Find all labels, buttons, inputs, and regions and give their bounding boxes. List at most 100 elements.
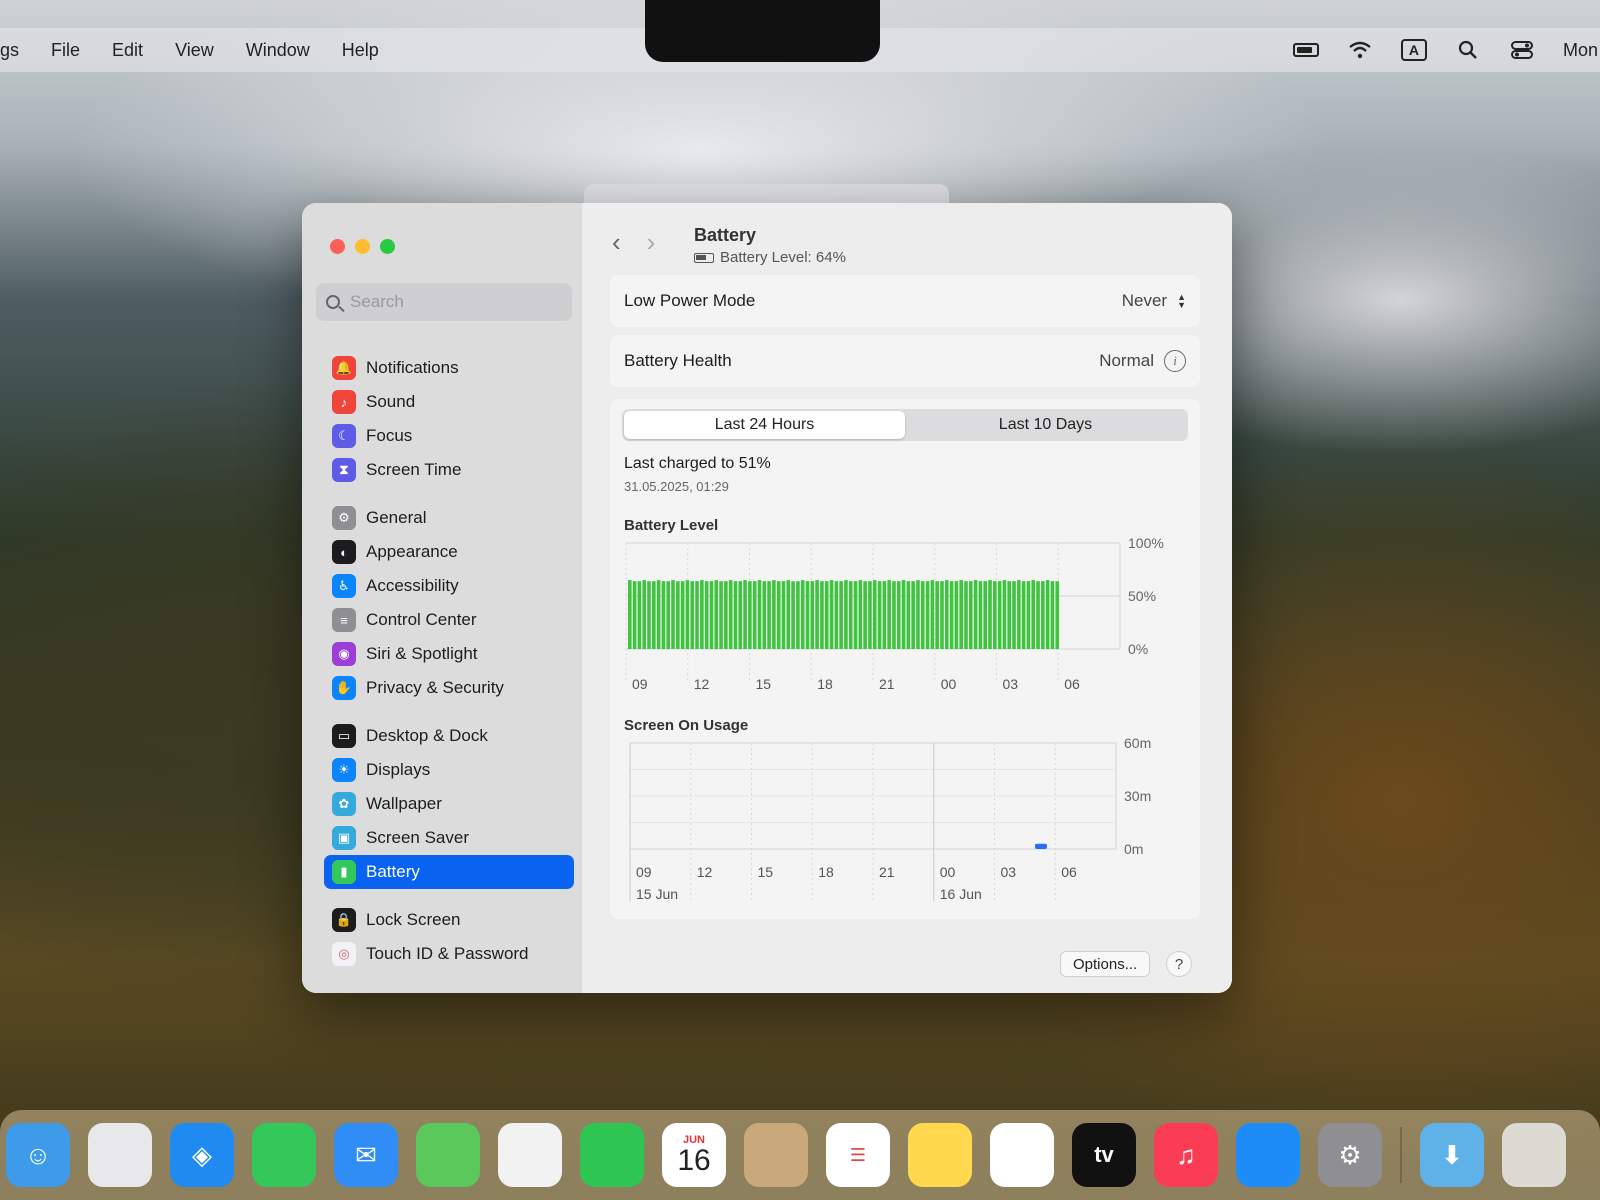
sidebar-item-wallpaper[interactable]: ✿ Wallpaper [324,787,574,821]
battery-level-bar [762,581,767,649]
close-button[interactable] [330,239,345,254]
sidebar-item-label: Wallpaper [366,794,442,813]
battery-level-bar [796,581,800,649]
search-field[interactable] [316,283,572,321]
battery-health-label: Battery Health [624,351,732,370]
battery-level-bar [993,581,997,649]
mail-icon[interactable]: ✉ [334,1123,398,1187]
menu-edit[interactable]: Edit [112,40,143,61]
battery-level-chart-title: Battery Level [624,517,719,534]
sidebar-item-lock-screen[interactable]: 🔒 Lock Screen [324,903,574,937]
photos-icon[interactable] [498,1123,562,1187]
usage-y-tick: 60m [1124,737,1151,751]
accessibility-icon: ♿ [332,574,356,598]
sidebar-item-appearance[interactable]: ◐ Appearance [324,535,574,569]
sidebar-item-sound[interactable]: ♪ Sound [324,385,574,419]
facetime-icon[interactable] [580,1123,644,1187]
battery-level-subtitle: Battery Level: 64% [694,249,846,266]
battery-level-bar [680,581,685,649]
battery-level-bar [863,581,867,649]
battery-level-bar [752,581,757,649]
battery-level-bar [949,581,954,649]
low-power-mode-popup[interactable]: Never ▲ ▼ [1122,291,1186,311]
input-source-icon[interactable]: A [1400,39,1427,61]
finder-icon[interactable]: ☺ [6,1123,70,1187]
low-power-mode-label: Low Power Mode [624,291,756,310]
sidebar-item-label: Appearance [366,542,458,561]
sidebar-item-focus[interactable]: ☾ Focus [324,419,574,453]
downloads-folder-icon[interactable]: ⬇ [1420,1123,1484,1187]
sidebar-item-label: Displays [366,760,431,779]
tab-last-10-days[interactable]: Last 10 Days [905,411,1186,439]
options-button[interactable]: Options... [1060,951,1151,977]
menu-window[interactable]: Window [246,40,310,61]
zoom-button[interactable] [380,239,395,254]
menu-clock[interactable]: Mon [1563,40,1600,61]
messages-icon[interactable] [252,1123,316,1187]
maps-icon[interactable] [416,1123,480,1187]
battery-level-bar [786,580,791,649]
battery-level-bar [1055,581,1060,649]
help-button[interactable]: ? [1166,951,1192,977]
system-settings-icon[interactable]: ⚙ [1318,1123,1382,1187]
battery-x-tick: 15 [756,676,772,692]
wifi-icon[interactable] [1347,40,1373,60]
sidebar-item-label: Accessibility [366,576,459,595]
menu-file[interactable]: File [51,40,80,61]
battery-x-tick: 12 [694,676,710,692]
launchpad-icon[interactable] [88,1123,152,1187]
sidebar-item-notifications[interactable]: 🔔 Notifications [324,351,574,385]
sidebar-item-screen-saver[interactable]: ▣ Screen Saver [324,821,574,855]
info-icon[interactable]: i [1164,350,1186,372]
sidebar-item-battery[interactable]: ▮ Battery [324,855,574,889]
contacts-icon[interactable] [744,1123,808,1187]
spotlight-search-icon[interactable] [1455,40,1481,60]
battery-level-bar [728,580,733,649]
notes-icon[interactable] [908,1123,972,1187]
sidebar-item-displays[interactable]: ☀ Displays [324,753,574,787]
control-center-icon[interactable] [1509,40,1535,60]
app-store-icon[interactable] [1236,1123,1300,1187]
battery-level-bar [935,581,939,649]
battery-level-bar [997,581,1002,649]
menu-help[interactable]: Help [342,40,379,61]
battery-level-bar [1007,581,1012,649]
trash-icon[interactable] [1502,1123,1566,1187]
sidebar-item-accessibility[interactable]: ♿ Accessibility [324,569,574,603]
freeform-icon[interactable] [990,1123,1054,1187]
music-icon[interactable]: ♫ [1154,1123,1218,1187]
sidebar-item-control-center[interactable]: ≡ Control Center [324,603,574,637]
sidebar-item-label: Desktop & Dock [366,726,488,745]
sidebar-item-label: General [366,508,427,527]
sidebar-item-screen-time[interactable]: ⧗ Screen Time [324,453,574,487]
menu-view[interactable]: View [175,40,214,61]
usage-history-panel: Last 24 Hours Last 10 Days Last charged … [610,399,1200,919]
tab-last-24-hours[interactable]: Last 24 Hours [624,411,905,439]
battery-health-value: Normal [1099,351,1154,370]
menu-app-name[interactable]: gs [0,40,19,61]
last-charged-date: 31.05.2025, 01:29 [624,479,729,494]
usage-x-tick: 03 [1001,864,1017,880]
tv-icon[interactable]: tv [1072,1123,1136,1187]
sidebar-item-general[interactable]: ⚙ General [324,501,574,535]
search-input[interactable] [350,292,550,312]
calendar-icon[interactable]: JUN 16 [662,1123,726,1187]
reminders-icon[interactable]: ☰ [826,1123,890,1187]
forward-arrow-icon[interactable]: › [647,227,656,258]
battery-level-bar [695,581,699,649]
battery-level-bar [661,581,666,649]
battery-status-icon[interactable] [1292,40,1319,60]
battery-level-bar [988,580,992,649]
minimize-button[interactable] [355,239,370,254]
battery-level-bar [959,580,963,649]
safari-icon[interactable]: ◈ [170,1123,234,1187]
battery-level-bar [772,580,776,649]
hourglass-icon: ⧗ [332,458,356,482]
battery-level-bar [628,580,632,649]
battery-level-bar [877,581,882,649]
back-arrow-icon[interactable]: ‹ [612,227,621,258]
sidebar-item-privacy-security[interactable]: ✋ Privacy & Security [324,671,574,705]
sidebar-item-siri-spotlight[interactable]: ◉ Siri & Spotlight [324,637,574,671]
sidebar-item-touch-id-password[interactable]: ◎ Touch ID & Password [324,937,574,971]
sidebar-item-desktop-dock[interactable]: ▭ Desktop & Dock [324,719,574,753]
